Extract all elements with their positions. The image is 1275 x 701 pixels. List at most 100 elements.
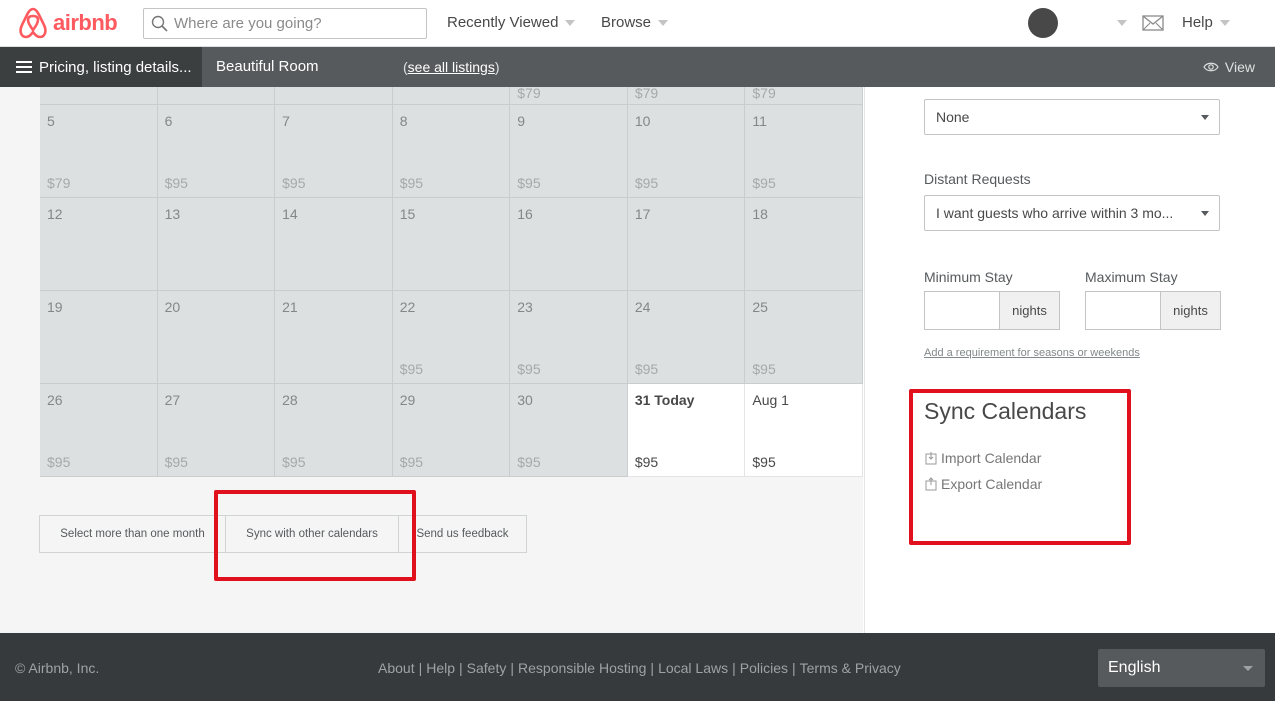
calendar-day-cell[interactable]: 29 $95 [392, 384, 511, 477]
calendar-day-cell[interactable]: 21 [275, 291, 393, 384]
search-box[interactable] [143, 8, 427, 39]
calendar-day-cell[interactable]: 9 $95 [510, 105, 628, 198]
day-number: 25 [752, 299, 768, 315]
calendar-day-cell[interactable]: 8 $95 [392, 105, 511, 198]
calendar-day-cell[interactable]: 18 [745, 198, 863, 291]
user-menu-chevron-icon[interactable] [1117, 20, 1127, 26]
search-input[interactable] [174, 15, 414, 32]
calendar-day-cell-today[interactable]: 31 Today $95 [627, 384, 746, 477]
chevron-down-icon [1219, 19, 1230, 26]
calendar-day-cell[interactable]: 15 [392, 198, 511, 291]
calendar-day-cell[interactable]: 26 $95 [40, 384, 158, 477]
calendar-day-cell[interactable]: 19 [40, 291, 158, 384]
calendar-day-cell[interactable]: $79 [745, 85, 863, 105]
see-all-listings-wrapper: (see all listings) [403, 59, 500, 75]
minimum-stay-label: Minimum Stay [924, 269, 1013, 285]
select-month-button[interactable]: Select more than one month [39, 515, 226, 553]
calendar-day-cell[interactable]: 20 [157, 291, 276, 384]
recently-viewed-menu[interactable]: Recently Viewed [447, 14, 576, 31]
browse-menu[interactable]: Browse [601, 14, 669, 31]
calendar-day-cell[interactable]: 11 $95 [745, 105, 863, 198]
top-header: airbnb Recently Viewed Browse Help [0, 0, 1275, 47]
feedback-button[interactable]: Send us feedback [398, 515, 527, 553]
footer-separator: | [418, 660, 423, 676]
chevron-down-icon [565, 19, 576, 26]
day-number: 5 [47, 113, 55, 129]
day-number: Aug 1 [752, 392, 789, 408]
user-avatar[interactable] [1028, 8, 1058, 38]
top-setting-select[interactable]: None [924, 99, 1220, 135]
day-number: 23 [517, 299, 533, 315]
calendar-day-cell[interactable]: 22 $95 [392, 291, 511, 384]
day-price: $95 [634, 175, 659, 191]
calendar-day-cell[interactable] [392, 87, 511, 105]
language-select[interactable]: English [1098, 649, 1265, 687]
footer-link-local-laws[interactable]: Local Laws [658, 660, 728, 676]
calendar-day-cell[interactable]: 28 $95 [275, 384, 393, 477]
calendar-day-cell[interactable]: 7 $95 [275, 105, 393, 198]
calendar-day-cell[interactable] [275, 87, 393, 105]
calendar-day-cell[interactable] [157, 87, 276, 105]
calendar-day-cell[interactable]: 17 [627, 198, 746, 291]
calendar-day-cell[interactable]: 5 $79 [40, 105, 158, 198]
day-price: $95 [399, 361, 424, 377]
day-number: 14 [282, 206, 298, 222]
day-price: $95 [47, 454, 71, 470]
day-number: 27 [164, 392, 181, 408]
nights-unit: nights [1160, 292, 1220, 329]
chevron-down-icon [1201, 211, 1209, 216]
footer-links: About | Help | Safety | Responsible Hosting | Lo… [378, 660, 901, 676]
calendar-day-cell[interactable]: 14 [275, 198, 393, 291]
calendar-day-cell[interactable]: 23 $95 [510, 291, 628, 384]
annotation-highlight-box [909, 389, 1131, 545]
maximum-stay-label: Maximum Stay [1085, 269, 1178, 285]
mail-icon[interactable] [1142, 15, 1164, 31]
day-price: $95 [164, 175, 188, 191]
calendar-day-cell[interactable]: Aug 1 $95 [745, 384, 863, 477]
footer-link-help[interactable]: Help [426, 660, 455, 676]
day-price: $95 [517, 175, 541, 191]
day-number: 6 [164, 113, 173, 129]
calendar-day-cell[interactable]: 25 $95 [745, 291, 863, 384]
listing-menu-button[interactable]: Pricing, listing details... [0, 47, 202, 87]
day-number: 28 [282, 392, 298, 408]
distant-requests-select[interactable]: I want guests who arrive within 3 mo... [924, 195, 1220, 231]
calendar-day-cell[interactable]: 30 $95 [510, 384, 628, 477]
calendar-day-cell[interactable]: 10 $95 [627, 105, 746, 198]
calendar-day-cell[interactable]: 27 $95 [157, 384, 276, 477]
footer-separator: | [650, 660, 655, 676]
day-price: $95 [752, 361, 776, 377]
calendar-day-cell[interactable]: 16 [510, 198, 628, 291]
maximum-stay-input[interactable] [1086, 292, 1160, 329]
add-requirement-link[interactable]: Add a requirement for seasons or weekend… [924, 347, 1140, 359]
footer-link-about[interactable]: About [378, 660, 415, 676]
top-setting-value: None [936, 109, 970, 125]
day-price: $95 [517, 361, 541, 377]
calendar-day-cell[interactable]: 24 $95 [627, 291, 746, 384]
recently-viewed-label: Recently Viewed [447, 14, 559, 31]
day-price: $95 [634, 454, 659, 470]
nights-unit: nights [999, 292, 1059, 329]
airbnb-logo[interactable]: airbnb [18, 7, 118, 39]
language-value: English [1108, 659, 1161, 676]
calendar-day-cell[interactable]: 6 $95 [157, 105, 276, 198]
calendar-day-cell[interactable]: 12 [40, 198, 158, 291]
day-price: $79 [752, 85, 776, 101]
distant-requests-label: Distant Requests [924, 171, 1031, 187]
see-all-listings-link[interactable]: see all listings [408, 59, 495, 75]
footer-link-safety[interactable]: Safety [467, 660, 507, 676]
settings-panel: None Distant Requests I want guests who … [864, 87, 1275, 633]
day-price: $95 [164, 454, 188, 470]
footer-separator: | [510, 660, 515, 676]
calendar-day-cell[interactable]: $79 [627, 85, 746, 105]
footer-link-responsible-hosting[interactable]: Responsible Hosting [518, 660, 646, 676]
calendar-day-cell[interactable]: $79 [510, 85, 628, 105]
view-listing-button[interactable]: View [1203, 59, 1255, 75]
minimum-stay-input[interactable] [925, 292, 999, 329]
footer-link-policies[interactable]: Policies [740, 660, 788, 676]
help-menu[interactable]: Help [1182, 14, 1230, 31]
footer-separator: | [792, 660, 796, 676]
footer-link-terms-privacy[interactable]: Terms & Privacy [800, 660, 901, 676]
calendar-day-cell[interactable]: 13 [157, 198, 276, 291]
calendar-day-cell[interactable] [40, 87, 158, 105]
